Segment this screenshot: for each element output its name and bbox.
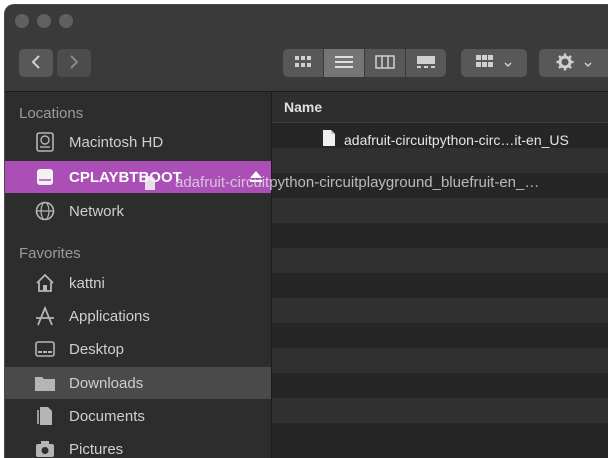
table-row (272, 273, 608, 298)
drive-icon (33, 165, 57, 189)
chevron-left-icon (31, 54, 41, 72)
group-grid-icon (476, 54, 494, 72)
table-row (272, 223, 608, 248)
downloads-folder-icon (33, 371, 57, 395)
columns-icon (375, 54, 395, 72)
close-window-button[interactable] (15, 14, 29, 28)
sidebar-item-label: Pictures (69, 440, 124, 458)
sidebar-item-documents[interactable]: Documents (5, 400, 271, 432)
list-icon (335, 55, 353, 72)
sidebar-item-desktop[interactable]: Desktop (5, 333, 271, 365)
eject-icon[interactable] (249, 170, 263, 187)
view-mode-segmented-control (283, 49, 446, 77)
desktop-icon (33, 337, 57, 361)
gallery-view-button[interactable] (406, 49, 446, 77)
file-name: adafruit-circuitpython-circ…it-en_US (344, 132, 569, 148)
sidebar-item-macintosh-hd[interactable]: Macintosh HD (5, 126, 271, 158)
table-row (272, 298, 608, 323)
sidebar-item-kattni[interactable]: kattni (5, 267, 271, 299)
minimize-window-button[interactable] (37, 14, 51, 28)
sidebar-item-label: Downloads (69, 374, 144, 392)
table-row (272, 323, 608, 348)
group-by-button[interactable] (461, 49, 527, 77)
sidebar-item-label: Desktop (69, 340, 125, 358)
chevron-right-icon (69, 54, 79, 72)
sidebar-item-label: kattni (69, 274, 105, 292)
file-list: Name adafruit-circuitpython-circ…it-en_U… (272, 92, 608, 458)
documents-icon (33, 404, 57, 428)
grid-icon (295, 55, 311, 71)
sidebar: Locations Macintosh HD CPLAYBTBOOT Netwo… (5, 92, 272, 458)
sidebar-item-applications[interactable]: Applications (5, 300, 271, 332)
name-column-header[interactable]: Name (272, 92, 608, 123)
gear-icon (556, 53, 574, 74)
list-view-button[interactable] (324, 49, 365, 77)
finder-window: Locations Macintosh HD CPLAYBTBOOT Netwo… (4, 4, 608, 458)
toolbar (5, 5, 608, 92)
sidebar-item-label: Macintosh HD (69, 133, 164, 151)
network-icon (33, 199, 57, 223)
chevron-down-icon (584, 55, 592, 71)
sidebar-item-cplaybtboot[interactable]: CPLAYBTBOOT (5, 161, 271, 193)
favorites-heading: Favorites (19, 245, 81, 262)
pictures-icon (33, 437, 57, 458)
sidebar-item-label: Applications (69, 307, 150, 325)
sidebar-item-label: CPLAYBTBOOT (69, 168, 182, 186)
sidebar-item-pictures[interactable]: Pictures (5, 433, 271, 458)
dragged-file-icon (144, 175, 156, 196)
table-row (272, 173, 608, 198)
sidebar-item-label: Network (69, 202, 125, 220)
table-row (272, 398, 608, 423)
table-row (272, 373, 608, 398)
file-icon (322, 129, 336, 152)
zoom-window-button[interactable] (59, 14, 73, 28)
chevron-down-icon (504, 55, 512, 71)
table-row (272, 248, 608, 273)
action-button[interactable] (539, 49, 608, 77)
table-row (272, 348, 608, 373)
applications-icon (33, 304, 57, 328)
gallery-icon (416, 55, 436, 72)
icon-view-button[interactable] (283, 49, 324, 77)
sidebar-item-label: Documents (69, 407, 145, 425)
back-button[interactable] (19, 49, 53, 77)
table-row (272, 198, 608, 223)
locations-heading: Locations (19, 105, 84, 122)
hard-disk-icon (33, 130, 57, 154)
sidebar-item-downloads[interactable]: Downloads (5, 367, 271, 399)
home-icon (33, 271, 57, 295)
table-row (272, 423, 608, 448)
forward-button[interactable] (57, 49, 91, 77)
sidebar-item-network[interactable]: Network (5, 195, 271, 227)
column-view-button[interactable] (365, 49, 406, 77)
